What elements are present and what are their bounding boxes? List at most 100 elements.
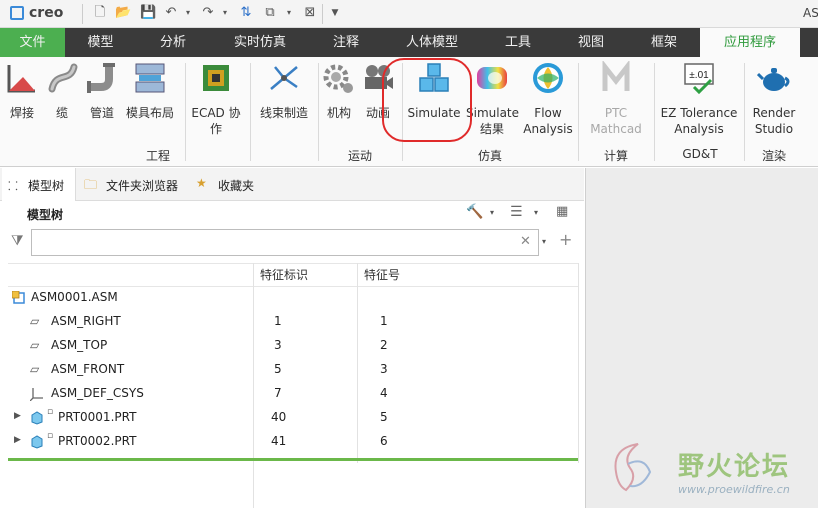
highlight-annotation — [382, 58, 472, 142]
flow-analysis-label: Flow Analysis — [523, 106, 573, 136]
tab-favorites[interactable]: ★ 收藏夹 — [194, 168, 274, 201]
undo-dropdown-icon[interactable]: ▾ — [180, 5, 196, 21]
datum-plane-icon: ▱ — [30, 314, 40, 328]
render-studio-button[interactable]: Render Studio — [748, 61, 800, 137]
coordinate-system-icon — [30, 388, 43, 401]
watermark-url: www.proewildfire.cn — [678, 483, 790, 496]
simulate-results-button[interactable]: Simulate结果 — [466, 61, 520, 137]
group-label-simulation: 仿真 — [477, 149, 502, 163]
ecad-button[interactable]: ECAD 协作 — [190, 61, 242, 137]
mechanism-label: 机构 — [326, 106, 351, 120]
ribbon-panel: 焊接 缆 管道 模具布局 工程 ECAD 协作 线束制造 机构 动画 运动 Si… — [0, 57, 818, 167]
mathcad-button[interactable]: PTC Mathcad — [582, 59, 650, 137]
component-marker-icon: ▫ — [47, 407, 54, 417]
display-columns-icon[interactable]: ▦ — [556, 204, 568, 219]
datum-plane-icon: ▱ — [30, 338, 40, 352]
expand-arrow-icon[interactable]: ▶ — [14, 411, 21, 421]
feature-id: 5 — [274, 362, 282, 376]
table-row[interactable]: ▶ ▫ PRT0002.PRT 41 6 — [8, 430, 578, 454]
feature-name: PRT0001.PRT — [58, 410, 137, 424]
search-input[interactable] — [31, 229, 539, 256]
feature-name: ASM_TOP — [51, 338, 108, 352]
settings-hammer-icon[interactable]: 🔨 — [466, 204, 483, 220]
tab-model[interactable]: 模型 — [68, 28, 133, 57]
tab-framework[interactable]: 框架 — [638, 28, 690, 57]
redo-dropdown-icon[interactable]: ▾ — [217, 5, 233, 21]
tab-applications[interactable]: 应用程序 — [700, 28, 800, 57]
save-icon[interactable]: 💾 — [140, 5, 156, 21]
tab-folder-browser[interactable]: 🗀 文件夹浏览器 — [82, 168, 182, 201]
redo-icon[interactable]: ↷ — [200, 5, 216, 21]
table-row[interactable]: ▱ ASM_RIGHT 1 1 — [8, 310, 578, 334]
column-header-feature-number[interactable]: 特征号 — [364, 264, 400, 286]
app-logo-text: creo — [29, 5, 64, 21]
tab-live-simulation[interactable]: 实时仿真 — [220, 28, 300, 57]
tab-analysis[interactable]: 分析 — [140, 28, 206, 57]
assembly-icon — [12, 291, 25, 304]
divider — [82, 4, 83, 24]
expand-arrow-icon[interactable]: ▶ — [14, 435, 21, 445]
ecad-label: ECAD 协作 — [191, 106, 241, 136]
tab-annotate[interactable]: 注释 — [316, 28, 376, 57]
add-filter-icon[interactable]: + — [559, 230, 572, 249]
tab-human-model[interactable]: 人体模型 — [396, 28, 468, 57]
tab-tools[interactable]: 工具 — [492, 28, 544, 57]
component-marker-icon: ▫ — [47, 431, 54, 441]
show-dropdown-icon[interactable]: ▾ — [534, 208, 538, 217]
cable-icon — [48, 63, 78, 93]
cable-button[interactable]: 缆 — [46, 61, 78, 121]
windows-icon[interactable]: ⧉ — [262, 5, 278, 21]
folder-icon: 🗀 — [84, 178, 98, 193]
tab-model-tree-label: 模型树 — [28, 179, 65, 193]
weld-button[interactable]: 焊接 — [4, 61, 40, 121]
teapot-icon — [756, 68, 790, 91]
clear-search-icon[interactable]: ✕ — [520, 234, 531, 249]
table-row[interactable]: ▱ ASM_FRONT 5 3 — [8, 358, 578, 382]
mechanism-button[interactable]: 机构 — [322, 61, 356, 121]
flow-analysis-button[interactable]: Flow Analysis — [520, 61, 576, 137]
creo-logo-icon — [10, 6, 24, 20]
ez-tolerance-button[interactable]: ±.01 EZ Tolerance Analysis — [658, 61, 740, 137]
tab-view[interactable]: 视图 — [566, 28, 616, 57]
feature-id: 7 — [274, 386, 282, 400]
regenerate-icon[interactable]: ⇅ — [238, 5, 254, 21]
table-row[interactable]: ▶ ▫ PRT0001.PRT 40 5 — [8, 406, 578, 430]
mathcad-label: PTC Mathcad — [590, 106, 642, 136]
show-list-icon[interactable]: ☰ — [510, 204, 523, 220]
simulate-results-icon — [477, 67, 507, 89]
insert-here-indicator[interactable] — [8, 458, 578, 461]
group-label-render: 渲染 — [761, 149, 786, 163]
simulate-results-label: Simulate结果 — [466, 106, 520, 136]
tree-root-row[interactable]: ASM0001.ASM — [8, 286, 578, 310]
windows-dropdown-icon[interactable]: ▾ — [281, 5, 297, 21]
harness-manufacturing-button[interactable]: 线束制造 — [256, 61, 312, 121]
tab-folder-browser-label: 文件夹浏览器 — [106, 179, 179, 193]
table-row[interactable]: ▱ ASM_TOP 3 2 — [8, 334, 578, 358]
tab-file[interactable]: 文件 — [0, 28, 65, 57]
tab-model-tree[interactable]: ⸬ 模型树 — [2, 168, 76, 201]
ribbon-divider — [744, 63, 745, 161]
settings-dropdown-icon[interactable]: ▾ — [490, 208, 494, 217]
feature-number: 1 — [380, 314, 388, 328]
model-tree-icon: ⸬ — [8, 179, 18, 193]
search-dropdown-icon[interactable]: ▾ — [542, 237, 546, 246]
graphics-window[interactable]: 野火论坛 www.proewildfire.cn — [585, 168, 818, 508]
ribbon-divider — [654, 63, 655, 161]
mold-layout-label: 模具布局 — [125, 106, 174, 120]
feature-number: 6 — [380, 434, 388, 448]
close-window-icon[interactable]: ⊠ — [302, 5, 318, 21]
mold-layout-icon — [135, 63, 165, 93]
filter-icon[interactable]: ⧩ — [11, 233, 24, 249]
piping-button[interactable]: 管道 — [84, 61, 120, 121]
customize-toolbar-icon[interactable]: ▼ — [327, 5, 343, 21]
open-folder-icon[interactable]: 📂 — [115, 5, 131, 21]
mold-layout-button[interactable]: 模具布局 — [122, 61, 178, 121]
column-header-feature-id[interactable]: 特征标识 — [260, 264, 308, 286]
mathcad-icon — [602, 59, 630, 91]
new-file-icon[interactable]: 🗋 — [92, 5, 108, 21]
tree-root-label: ASM0001.ASM — [31, 290, 118, 304]
feature-name: ASM_DEF_CSYS — [51, 386, 144, 400]
feature-name: PRT0002.PRT — [58, 434, 137, 448]
undo-icon[interactable]: ↶ — [163, 5, 179, 21]
table-row[interactable]: ASM_DEF_CSYS 7 4 — [8, 382, 578, 406]
